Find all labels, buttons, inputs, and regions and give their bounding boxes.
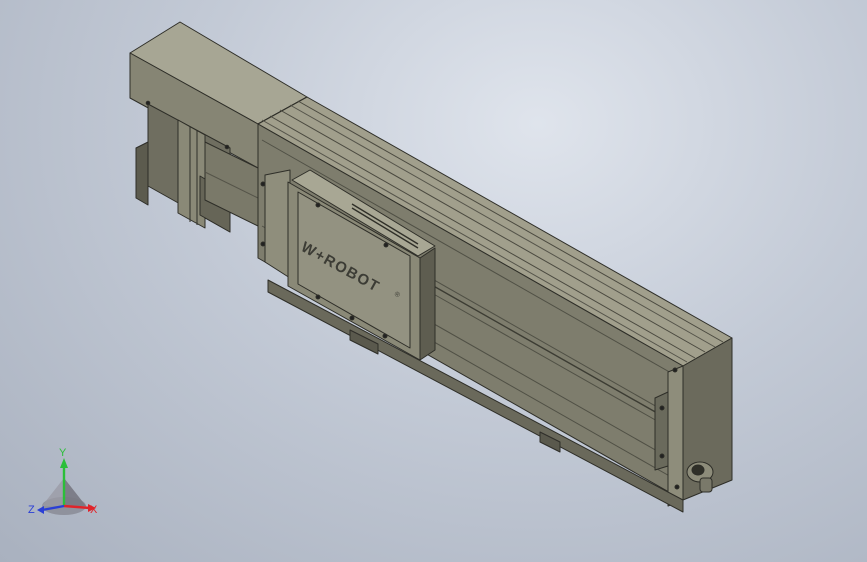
y-axis-label: Y	[59, 447, 67, 459]
view-orientation-triad[interactable]: Y X Z	[26, 448, 106, 524]
z-axis-label: Z	[28, 504, 35, 516]
cad-3d-viewport[interactable]: W+ROBOT ® Y X Z	[0, 0, 867, 562]
x-axis-label: X	[90, 504, 98, 516]
linear-actuator-model[interactable]: W+ROBOT ®	[0, 0, 867, 562]
